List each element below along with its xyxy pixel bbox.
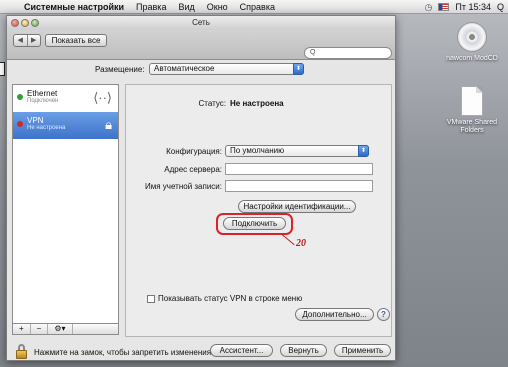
lock-icon[interactable] (16, 344, 27, 359)
ethernet-arrows-icon: ⟨··⟩ (93, 90, 112, 105)
show-vpn-status-checkbox[interactable] (147, 295, 155, 303)
desktop-icon-vmware[interactable]: VMware Shared Folders (440, 86, 504, 135)
back-button[interactable]: ◀ (14, 35, 28, 46)
spotlight-icon[interactable]: Q (497, 2, 504, 12)
window-title: Сеть (192, 18, 210, 27)
revert-button[interactable]: Вернуть (280, 344, 327, 357)
status-dot-green (17, 94, 23, 100)
server-address-label: Адрес сервера: (164, 165, 222, 174)
minimize-window-button[interactable] (21, 19, 29, 27)
clock-icon[interactable]: ◷ (425, 2, 433, 13)
configuration-popup[interactable]: По умолчанию ⬍ (225, 145, 369, 157)
menu-view[interactable]: Вид (172, 2, 200, 12)
lock-text: Нажмите на замок, чтобы запретить измене… (34, 348, 214, 357)
status-dot-red (17, 121, 23, 127)
detail-panel: Статус: Не настроена Конфигурация: По ум… (125, 84, 392, 337)
status-label: Статус: (198, 99, 226, 108)
add-service-button[interactable]: + (13, 324, 31, 334)
service-item-vpn[interactable]: VPN Не настроена 🔒︎ (13, 112, 118, 139)
popup-arrows-icon: ⬍ (358, 145, 369, 157)
cd-disc-icon (457, 22, 487, 52)
service-item-ethernet[interactable]: Ethernet Подключен ⟨··⟩ (13, 85, 118, 112)
status-value: Не настроена (230, 99, 284, 108)
nav-buttons: ◀ ▶ (13, 34, 41, 47)
close-window-button[interactable] (11, 19, 19, 27)
server-address-field[interactable] (225, 163, 373, 175)
network-preferences-window: Сеть ◀ ▶ Показать все Q Размещение: Авто… (6, 15, 396, 361)
cd-label: nawcom ModCD (446, 55, 498, 62)
account-name-field[interactable] (225, 180, 373, 192)
help-button[interactable]: ? (377, 308, 390, 321)
zoom-window-button[interactable] (31, 19, 39, 27)
service-list[interactable]: Ethernet Подключен ⟨··⟩ VPN Не настроена… (12, 84, 119, 324)
location-popup[interactable]: Автоматическое ⬍ (149, 63, 304, 75)
menu-app-name[interactable]: Системные настройки (18, 2, 130, 12)
menu-help[interactable]: Справка (234, 2, 281, 12)
menu-edit[interactable]: Правка (130, 2, 172, 12)
show-vpn-status-label: Показывать статус VPN в строке меню (158, 294, 303, 303)
location-label: Размещение: (95, 65, 145, 74)
authentication-settings-button[interactable]: Настройки идентификации... (238, 200, 356, 213)
document-icon (461, 86, 483, 116)
input-source-flag-icon[interactable] (438, 3, 450, 11)
action-menu-button[interactable]: ⚙▾ (48, 324, 73, 334)
list-toolbar: + − ⚙▾ (12, 324, 119, 335)
window-edge-fragment (0, 62, 5, 76)
configuration-label: Конфигурация: (166, 147, 222, 156)
apply-button[interactable]: Применить (334, 344, 391, 357)
advanced-button[interactable]: Дополнительно... (295, 308, 374, 321)
desktop-icon-cd[interactable]: nawcom ModCD (444, 22, 500, 63)
annotation-number: 20 (296, 238, 306, 249)
title-bar: Сеть (7, 16, 395, 30)
popup-arrows-icon: ⬍ (293, 63, 304, 75)
forward-button[interactable]: ▶ (28, 35, 41, 46)
account-name-label: Имя учетной записи: (145, 182, 222, 191)
remove-service-button[interactable]: − (31, 324, 49, 334)
vpn-lock-icon: 🔒︎ (105, 117, 112, 132)
menu-extras: ◷ Пт 15:34 Q (425, 0, 505, 14)
menu-bar: Системные настройки Правка Вид Окно Спра… (0, 0, 508, 14)
connect-button[interactable]: Подключить (223, 217, 286, 230)
search-field[interactable]: Q (304, 47, 392, 59)
assistant-button[interactable]: Ассистент... (210, 344, 273, 357)
menu-clock[interactable]: Пт 15:34 (455, 2, 491, 12)
toolbar: ◀ ▶ Показать все Q (7, 30, 395, 60)
menu-window[interactable]: Окно (201, 2, 234, 12)
annotation-pointer (281, 234, 295, 246)
vmware-label: VMware Shared Folders (446, 119, 498, 134)
show-all-button[interactable]: Показать все (45, 34, 107, 47)
location-value: Автоматическое (154, 64, 215, 73)
configuration-value: По умолчанию (230, 146, 285, 155)
